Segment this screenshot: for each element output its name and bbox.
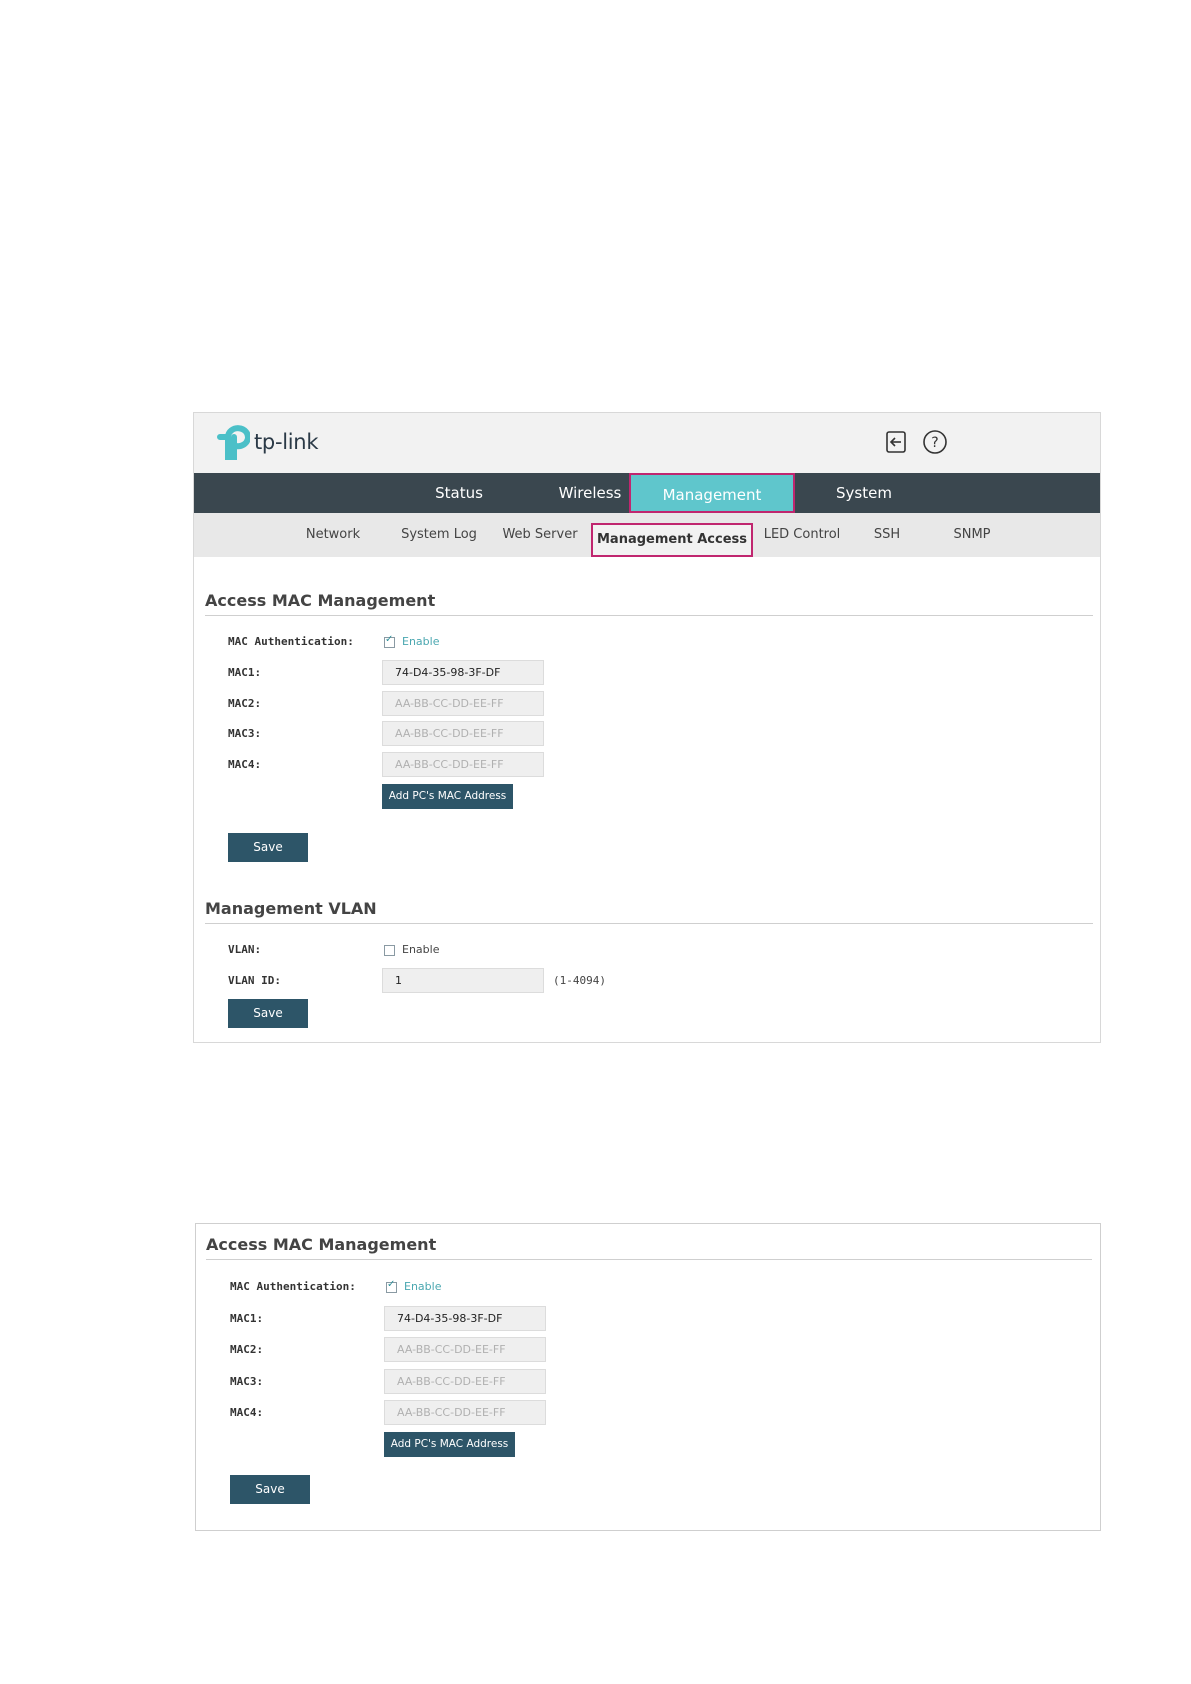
mac4-input[interactable]: AA-BB-CC-DD-EE-FF xyxy=(382,752,544,777)
vlan-id-input[interactable]: 1 xyxy=(382,968,544,993)
screenshot-access-mac-management: Access MAC Management MAC Authentication… xyxy=(195,1223,1101,1531)
mac3-label: MAC3: xyxy=(228,727,262,740)
divider xyxy=(205,615,1093,616)
mac2-label: MAC2: xyxy=(230,1343,264,1356)
add-pc-mac-button[interactable]: Add PC's MAC Address xyxy=(384,1432,515,1457)
save-button[interactable]: Save xyxy=(228,833,308,862)
mac-auth-checkbox[interactable] xyxy=(384,634,395,648)
vlan-enable-checkbox[interactable] xyxy=(384,945,395,956)
mac-auth-checkbox[interactable] xyxy=(386,1279,397,1293)
subtab-ssh[interactable]: SSH xyxy=(862,513,912,557)
brand-logo[interactable]: tp-link xyxy=(212,423,318,461)
subtab-web-server[interactable]: Web Server xyxy=(494,513,586,557)
mac-auth-enable-label[interactable]: Enable xyxy=(402,635,439,648)
svg-text:?: ? xyxy=(931,435,938,451)
tab-system[interactable]: System xyxy=(804,473,924,513)
subtab-management-access[interactable]: Management Access xyxy=(591,523,753,557)
mac1-input[interactable]: 74-D4-35-98-3F-DF xyxy=(382,660,544,685)
screenshot-management-access: tp-link ? Status Wireless Management Sys… xyxy=(193,412,1101,1043)
vlan-id-range-hint: (1-4094) xyxy=(553,974,606,987)
tab-status[interactable]: Status xyxy=(404,473,514,513)
subtab-led-control[interactable]: LED Control xyxy=(757,513,847,557)
logout-icon[interactable] xyxy=(884,429,910,455)
mac1-label: MAC1: xyxy=(228,666,262,679)
top-bar: tp-link ? xyxy=(194,413,1100,473)
vlan-enable-label[interactable]: Enable xyxy=(402,943,439,956)
add-pc-mac-button[interactable]: Add PC's MAC Address xyxy=(382,784,513,809)
mac2-input[interactable]: AA-BB-CC-DD-EE-FF xyxy=(382,691,544,716)
mac3-label: MAC3: xyxy=(230,1375,264,1388)
save-button[interactable]: Save xyxy=(230,1475,310,1504)
main-nav: Status Wireless Management System xyxy=(194,473,1100,513)
mac1-label: MAC1: xyxy=(230,1312,264,1325)
subtab-network[interactable]: Network xyxy=(294,513,372,557)
subtab-system-log[interactable]: System Log xyxy=(392,513,486,557)
access-mac-title: Access MAC Management xyxy=(205,591,436,610)
mac4-label: MAC4: xyxy=(230,1406,264,1419)
mac2-label: MAC2: xyxy=(228,697,262,710)
mac4-input[interactable]: AA-BB-CC-DD-EE-FF xyxy=(384,1400,546,1425)
access-mac-title: Access MAC Management xyxy=(206,1235,437,1254)
brand-name: tp-link xyxy=(254,430,319,454)
help-icon[interactable]: ? xyxy=(922,429,948,455)
vlan-id-label: VLAN ID: xyxy=(228,974,281,987)
divider xyxy=(206,1259,1092,1260)
mac-auth-label: MAC Authentication: xyxy=(230,1280,356,1293)
mac-auth-enable-label[interactable]: Enable xyxy=(404,1280,441,1293)
tp-link-logo-mark-icon xyxy=(217,425,250,460)
mac4-label: MAC4: xyxy=(228,758,262,771)
management-vlan-title: Management VLAN xyxy=(205,899,377,918)
mac1-input[interactable]: 74-D4-35-98-3F-DF xyxy=(384,1306,546,1331)
mac-auth-label: MAC Authentication: xyxy=(228,635,354,648)
vlan-label: VLAN: xyxy=(228,943,262,956)
divider xyxy=(205,923,1093,924)
mac2-input[interactable]: AA-BB-CC-DD-EE-FF xyxy=(384,1337,546,1362)
save-button[interactable]: Save xyxy=(228,999,308,1028)
mac3-input[interactable]: AA-BB-CC-DD-EE-FF xyxy=(384,1369,546,1394)
tab-management[interactable]: Management xyxy=(629,473,795,513)
mac3-input[interactable]: AA-BB-CC-DD-EE-FF xyxy=(382,721,544,746)
subtab-snmp[interactable]: SNMP xyxy=(944,513,1000,557)
sub-nav: Network System Log Web Server Management… xyxy=(194,513,1100,557)
